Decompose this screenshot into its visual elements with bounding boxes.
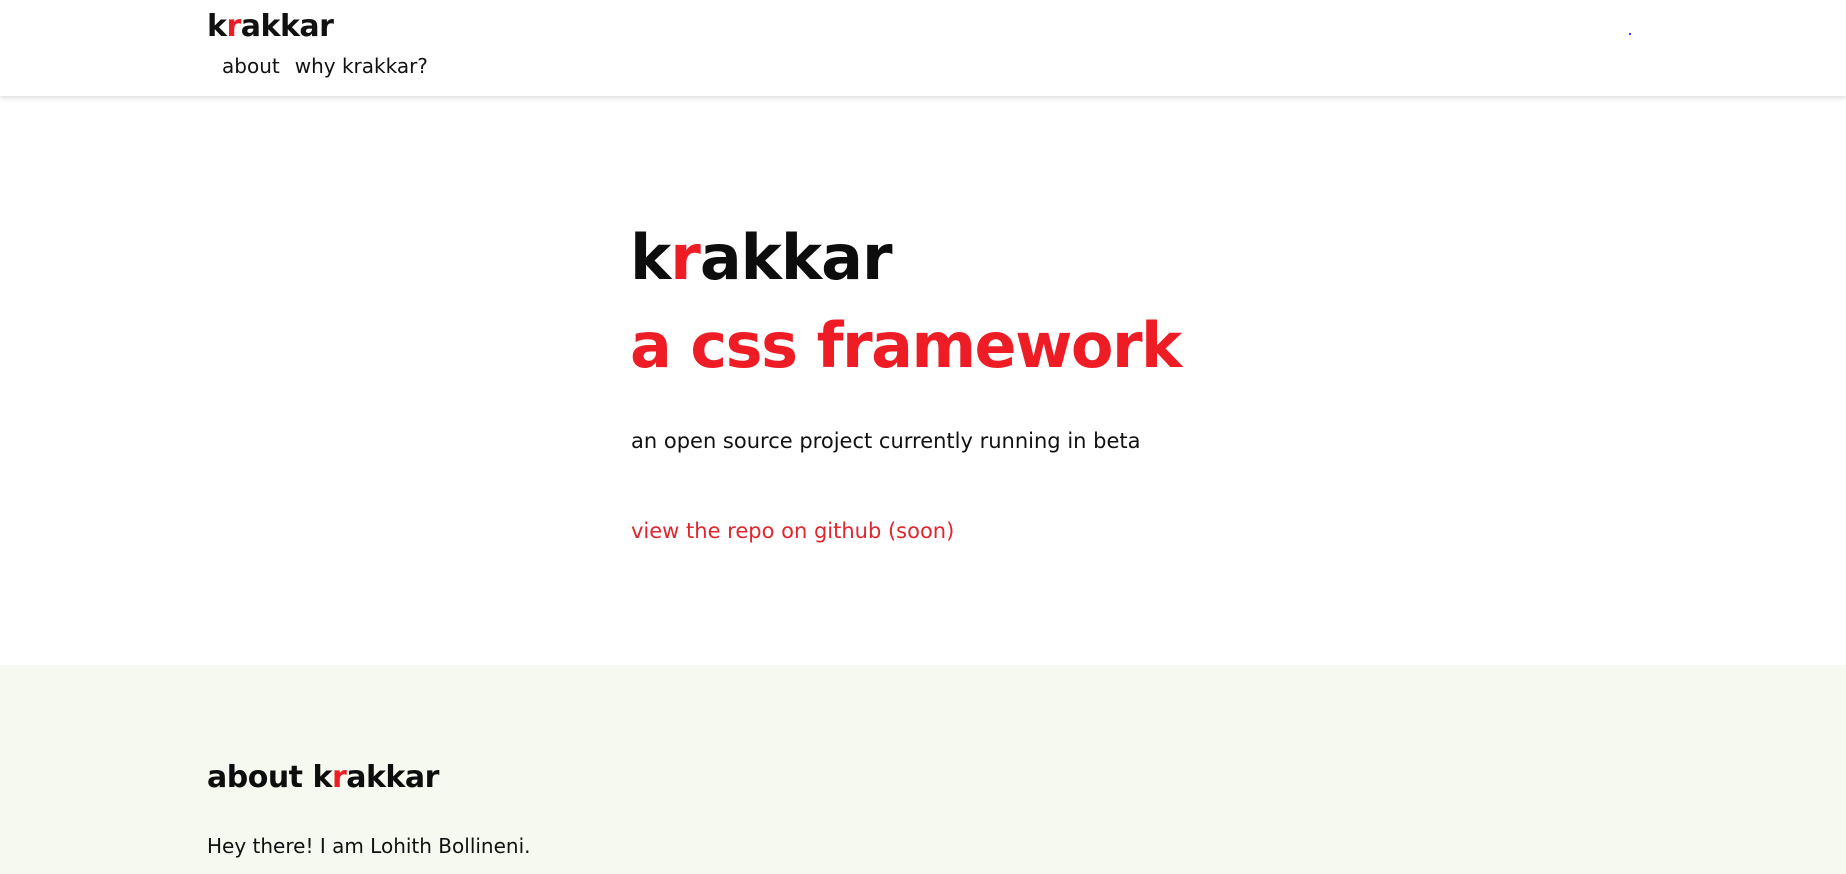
github-repo-link[interactable]: view the repo on github (soon) [631, 516, 954, 546]
hero-title-suffix: akkar [699, 221, 893, 294]
hero-description: an open source project currently running… [631, 429, 1141, 453]
about-intro-text: Hey there! I am Lohith Bollineni. [207, 834, 531, 858]
hero-title: krakkar [630, 221, 893, 295]
top-navbar: krakkar about why krakkar? [0, 0, 1846, 96]
about-title: about krakkar [207, 758, 439, 798]
main-nav: about why krakkar? [222, 52, 428, 80]
about-title-suffix: akkar [346, 760, 439, 795]
brand-logo-text-accent: r [226, 9, 241, 44]
hero-title-accent: r [670, 221, 701, 294]
decorative-dot [1629, 33, 1631, 35]
nav-link-about[interactable]: about [222, 52, 280, 80]
about-title-lead: about [207, 760, 313, 795]
brand-logo-text-suffix: akkar [240, 9, 334, 44]
about-title-accent: r [331, 760, 347, 795]
brand-logo-text-prefix: k [207, 9, 227, 44]
about-section: about krakkar Hey there! I am Lohith Bol… [0, 665, 1846, 874]
about-title-prefix: k [312, 760, 332, 795]
nav-link-why-krakkar[interactable]: why krakkar? [295, 52, 428, 80]
hero-section: krakkar a css framework an open source p… [0, 96, 1846, 665]
hero-title-prefix: k [630, 221, 671, 294]
brand-logo-link[interactable]: krakkar [207, 9, 334, 45]
hero-subtitle: a css framework [630, 309, 1182, 382]
